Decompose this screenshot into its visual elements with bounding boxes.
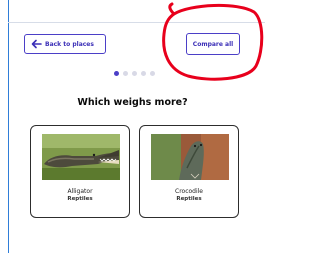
alligator-photo [42, 134, 120, 180]
card-name: Alligator [67, 188, 93, 195]
compare-all-button[interactable]: Compare all [186, 33, 240, 55]
card-category: Reptiles [67, 196, 93, 202]
progress-dot [132, 70, 137, 76]
back-button-label: Back to places [45, 40, 94, 48]
progress-dot [114, 70, 119, 76]
header-divider [8, 22, 265, 23]
progress-dots [114, 70, 160, 76]
compare-button-label: Compare all [192, 40, 234, 48]
crocodile-photo [151, 134, 229, 180]
progress-dot [150, 70, 155, 76]
back-to-places-button[interactable]: Back to places [24, 34, 106, 54]
card-name: Crocodile [175, 188, 203, 195]
card-alligator[interactable]: Alligator Reptiles [30, 125, 130, 218]
card-crocodile[interactable]: Crocodile Reptiles [139, 125, 239, 218]
card-category: Reptiles [176, 196, 202, 202]
progress-dot [141, 70, 146, 76]
question-heading: Which weighs more? [77, 97, 188, 108]
progress-dot [123, 70, 128, 76]
arrow-left-icon [31, 39, 42, 49]
window-left-edge [8, 0, 9, 253]
